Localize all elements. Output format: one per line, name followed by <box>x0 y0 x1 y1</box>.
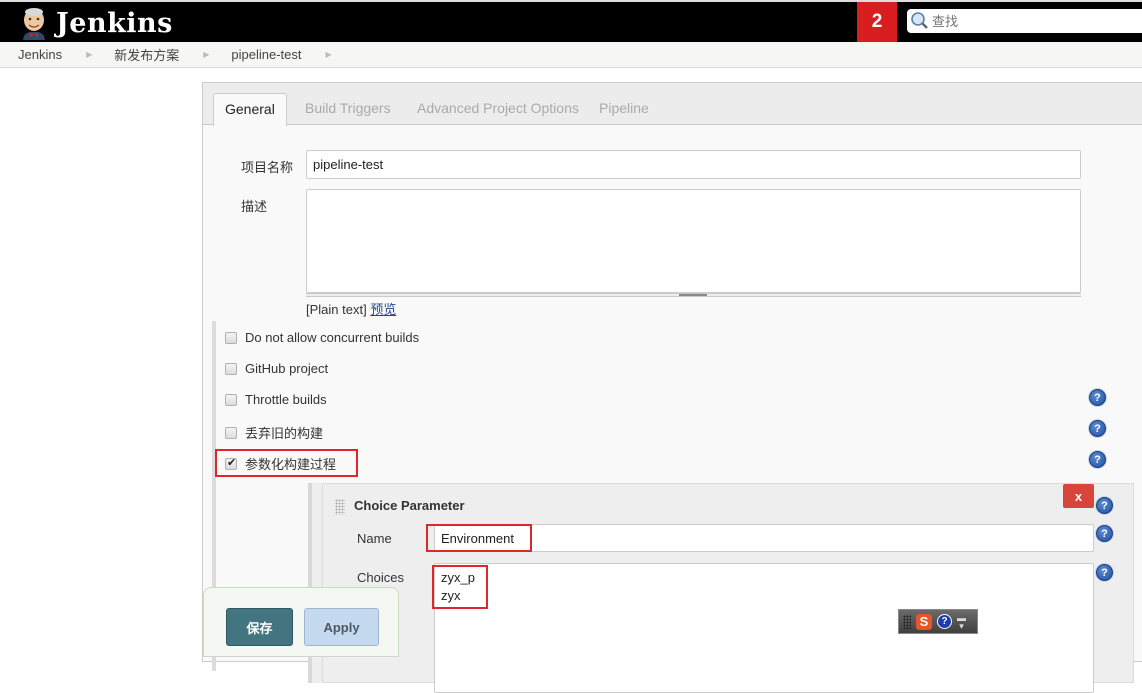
choice-parameter-inner: Choice Parameter x Name Environment Choi… <box>322 483 1134 693</box>
breadcrumb-job[interactable]: pipeline-test <box>231 47 301 62</box>
checkbox-discard-old-builds[interactable] <box>225 426 237 439</box>
plain-text-label: [Plain text] <box>306 302 367 317</box>
apply-button[interactable]: Apply <box>304 608 379 646</box>
ime-help-icon[interactable]: ? <box>937 614 952 629</box>
ime-drag-icon[interactable] <box>903 614 911 629</box>
search-input[interactable] <box>930 13 1130 29</box>
description-textarea[interactable] <box>306 189 1081 293</box>
tab-pipeline[interactable]: Pipeline <box>588 93 660 126</box>
breadcrumb-jenkins[interactable]: Jenkins <box>18 47 62 62</box>
option-discard-old-builds[interactable]: 丢弃旧的构建 <box>225 423 323 442</box>
jenkins-logo[interactable]: Jenkins <box>18 6 173 40</box>
ime-toolbar[interactable]: S ? ▬ ▾ <box>898 609 978 634</box>
search-icon <box>911 12 928 29</box>
help-icon[interactable]: ? <box>1096 564 1113 581</box>
help-icon[interactable]: ? <box>1089 420 1106 437</box>
option-label: Do not allow concurrent builds <box>245 330 420 345</box>
logo-text: Jenkins <box>56 7 173 39</box>
checkbox-github-project[interactable] <box>225 362 237 375</box>
option-label: 丢弃旧的构建 <box>245 426 324 441</box>
option-label: Throttle builds <box>245 392 327 407</box>
param-name-label: Name <box>357 531 392 546</box>
option-concurrent-builds[interactable]: Do not allow concurrent builds <box>225 330 419 345</box>
highlight-box <box>432 565 488 609</box>
breadcrumb-arrow-icon[interactable]: ▶ <box>203 50 209 59</box>
breadcrumb-arrow-icon[interactable]: ▶ <box>326 50 332 59</box>
delete-parameter-button[interactable]: x <box>1063 484 1094 508</box>
checkbox-throttle-builds[interactable] <box>225 393 237 406</box>
config-panel: General Build Triggers Advanced Project … <box>202 82 1142 693</box>
option-github-project[interactable]: GitHub project <box>225 361 328 376</box>
description-label: 描述 <box>241 199 268 214</box>
tab-general[interactable]: General <box>213 93 287 126</box>
checkbox-concurrent-builds[interactable] <box>225 331 237 344</box>
header-bar: Jenkins 2 <box>0 2 1142 42</box>
help-icon[interactable]: ? <box>1096 525 1113 542</box>
param-choices-label: Choices <box>357 570 404 585</box>
sogou-icon[interactable]: S <box>916 613 932 630</box>
project-name-input[interactable]: pipeline-test <box>306 150 1081 179</box>
highlight-box <box>426 524 532 552</box>
grip-handle-icon <box>679 294 707 296</box>
breadcrumb-arrow-icon[interactable]: ▶ <box>86 50 92 59</box>
tab-advanced-project-options[interactable]: Advanced Project Options <box>406 93 590 126</box>
param-name-input[interactable]: Environment <box>434 524 1094 552</box>
choice-parameter-block: Choice Parameter x Name Environment Choi… <box>308 483 1134 693</box>
preview-link[interactable]: 预览 <box>370 302 396 317</box>
drag-handle-icon[interactable] <box>335 499 345 515</box>
notification-badge[interactable]: 2 <box>857 2 897 42</box>
jenkins-butler-icon <box>23 8 45 40</box>
highlight-box <box>215 449 358 477</box>
tab-bar: General Build Triggers Advanced Project … <box>203 83 1142 126</box>
option-throttle-builds[interactable]: Throttle builds <box>225 392 327 407</box>
breadcrumb-folder[interactable]: 新发布方案 <box>114 45 179 64</box>
breadcrumb: Jenkins ▶ 新发布方案 ▶ pipeline-test ▶ <box>0 42 1142 68</box>
bottom-button-bar: 保存 Apply <box>203 587 399 657</box>
option-label: GitHub project <box>245 361 329 376</box>
help-icon[interactable]: ? <box>1089 389 1106 406</box>
help-icon[interactable]: ? <box>1096 497 1113 514</box>
choice-parameter-title: Choice Parameter <box>354 498 465 513</box>
param-choices-textarea[interactable] <box>434 563 1094 693</box>
help-icon[interactable]: ? <box>1089 451 1106 468</box>
project-name-label: 项目名称 <box>241 160 294 175</box>
markup-format: [Plain text] 预览 <box>306 299 396 318</box>
ime-menu-icon[interactable]: ▬ ▾ <box>957 613 966 630</box>
textarea-resize-grip[interactable] <box>306 293 1081 297</box>
save-button[interactable]: 保存 <box>226 608 293 646</box>
tab-build-triggers[interactable]: Build Triggers <box>294 93 402 126</box>
search-box[interactable] <box>907 9 1142 33</box>
